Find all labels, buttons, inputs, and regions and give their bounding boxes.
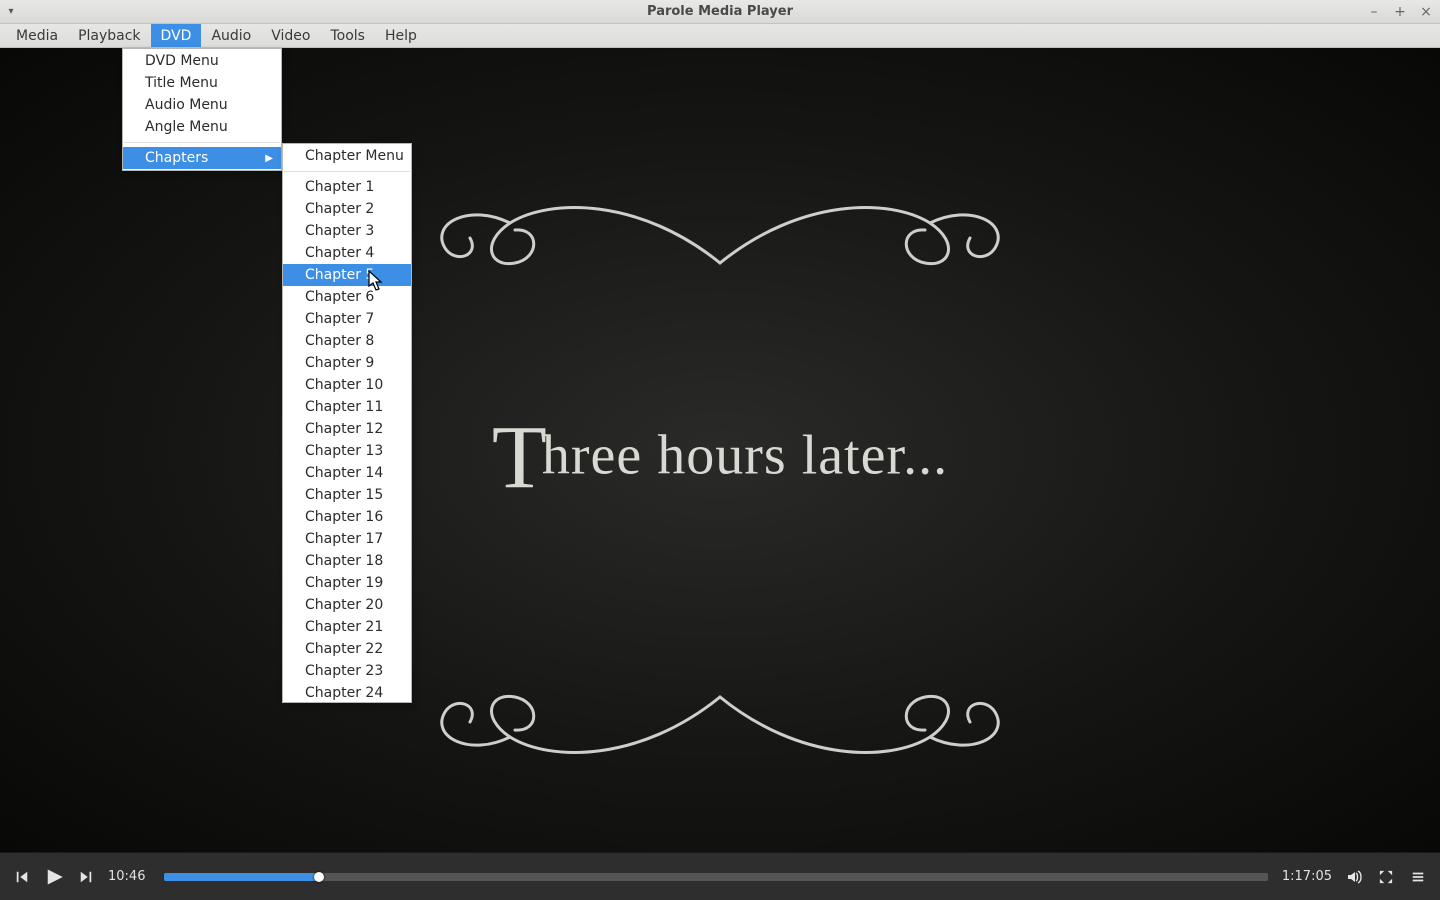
dvd-menu-item-chapters[interactable]: Chapters ▶ — [123, 147, 281, 169]
chapter-item[interactable]: Chapter 13 — [283, 440, 411, 462]
chapter-item[interactable]: Chapter 21 — [283, 616, 411, 638]
dvd-menu-item-titlemenu[interactable]: Title Menu — [123, 72, 281, 94]
playlist-button[interactable] — [1408, 867, 1428, 887]
seek-bar-fill — [164, 873, 319, 881]
chapter-item[interactable]: Chapter 11 — [283, 396, 411, 418]
chapter-item[interactable]: Chapter 9 — [283, 352, 411, 374]
menu-separator — [284, 171, 410, 172]
chapter-item[interactable]: Chapter 1 — [283, 176, 411, 198]
next-button[interactable] — [76, 867, 96, 887]
volume-button[interactable] — [1344, 867, 1364, 887]
chapter-item[interactable]: Chapter 18 — [283, 550, 411, 572]
playback-controls: 10:46 1:17:05 — [0, 852, 1440, 900]
menu-dvd[interactable]: DVD — [151, 24, 202, 47]
decorative-flourish-top — [390, 168, 1050, 278]
chapter-item[interactable]: Chapter 10 — [283, 374, 411, 396]
chapter-menu-header[interactable]: Chapter Menu — [283, 145, 411, 167]
previous-button[interactable] — [12, 867, 32, 887]
chapter-item[interactable]: Chapter 5 — [283, 264, 411, 286]
menu-video[interactable]: Video — [261, 24, 320, 47]
title-bar: ▾ Parole Media Player – + × — [0, 0, 1440, 24]
menu-separator — [124, 142, 280, 143]
chapter-item[interactable]: Chapter 22 — [283, 638, 411, 660]
dvd-menu-item-anglemenu[interactable]: Angle Menu — [123, 116, 281, 138]
fullscreen-button[interactable] — [1376, 867, 1396, 887]
menu-item-label: Chapters — [145, 150, 208, 166]
menu-tools[interactable]: Tools — [320, 24, 375, 47]
window-close-button[interactable]: × — [1418, 4, 1434, 20]
chapter-item[interactable]: Chapter 16 — [283, 506, 411, 528]
submenu-arrow-icon: ▶ — [265, 153, 273, 164]
chapter-item[interactable]: Chapter 14 — [283, 462, 411, 484]
chapter-item[interactable]: Chapter 4 — [283, 242, 411, 264]
chapter-item[interactable]: Chapter 8 — [283, 330, 411, 352]
window-title: Parole Media Player — [0, 4, 1440, 19]
intertitle-text: Three hours later... — [492, 407, 948, 510]
decorative-flourish-bottom — [390, 682, 1050, 792]
menu-bar: Media Playback DVD Audio Video Tools Hel… — [0, 24, 1440, 48]
window-maximize-button[interactable]: + — [1392, 4, 1408, 20]
dvd-dropdown-menu: DVD Menu Title Menu Audio Menu Angle Men… — [122, 48, 282, 171]
menu-audio[interactable]: Audio — [201, 24, 261, 47]
current-time-label: 10:46 — [108, 869, 152, 884]
chapters-submenu: Chapter Menu Chapter 1Chapter 2Chapter 3… — [282, 143, 412, 703]
chapter-item[interactable]: Chapter 6 — [283, 286, 411, 308]
play-button[interactable] — [44, 867, 64, 887]
chapter-item[interactable]: Chapter 20 — [283, 594, 411, 616]
menu-playback[interactable]: Playback — [68, 24, 150, 47]
chapter-item[interactable]: Chapter 17 — [283, 528, 411, 550]
chapter-item[interactable]: Chapter 12 — [283, 418, 411, 440]
menu-help[interactable]: Help — [375, 24, 427, 47]
appmenu-icon[interactable]: ▾ — [0, 6, 18, 17]
menu-media[interactable]: Media — [6, 24, 68, 47]
chapter-item[interactable]: Chapter 15 — [283, 484, 411, 506]
chapter-item[interactable]: Chapter 23 — [283, 660, 411, 682]
seek-bar-knob[interactable] — [314, 872, 324, 882]
chapter-item[interactable]: Chapter 2 — [283, 198, 411, 220]
chapter-item[interactable]: Chapter 24 — [283, 682, 411, 704]
window-minimize-button[interactable]: – — [1366, 4, 1382, 20]
dvd-menu-item-audiomenu[interactable]: Audio Menu — [123, 94, 281, 116]
chapter-item[interactable]: Chapter 3 — [283, 220, 411, 242]
chapter-item[interactable]: Chapter 7 — [283, 308, 411, 330]
chapter-item[interactable]: Chapter 19 — [283, 572, 411, 594]
seek-bar[interactable] — [164, 873, 1268, 881]
total-time-label: 1:17:05 — [1280, 869, 1332, 884]
dvd-menu-item-dvdmenu[interactable]: DVD Menu — [123, 50, 281, 72]
